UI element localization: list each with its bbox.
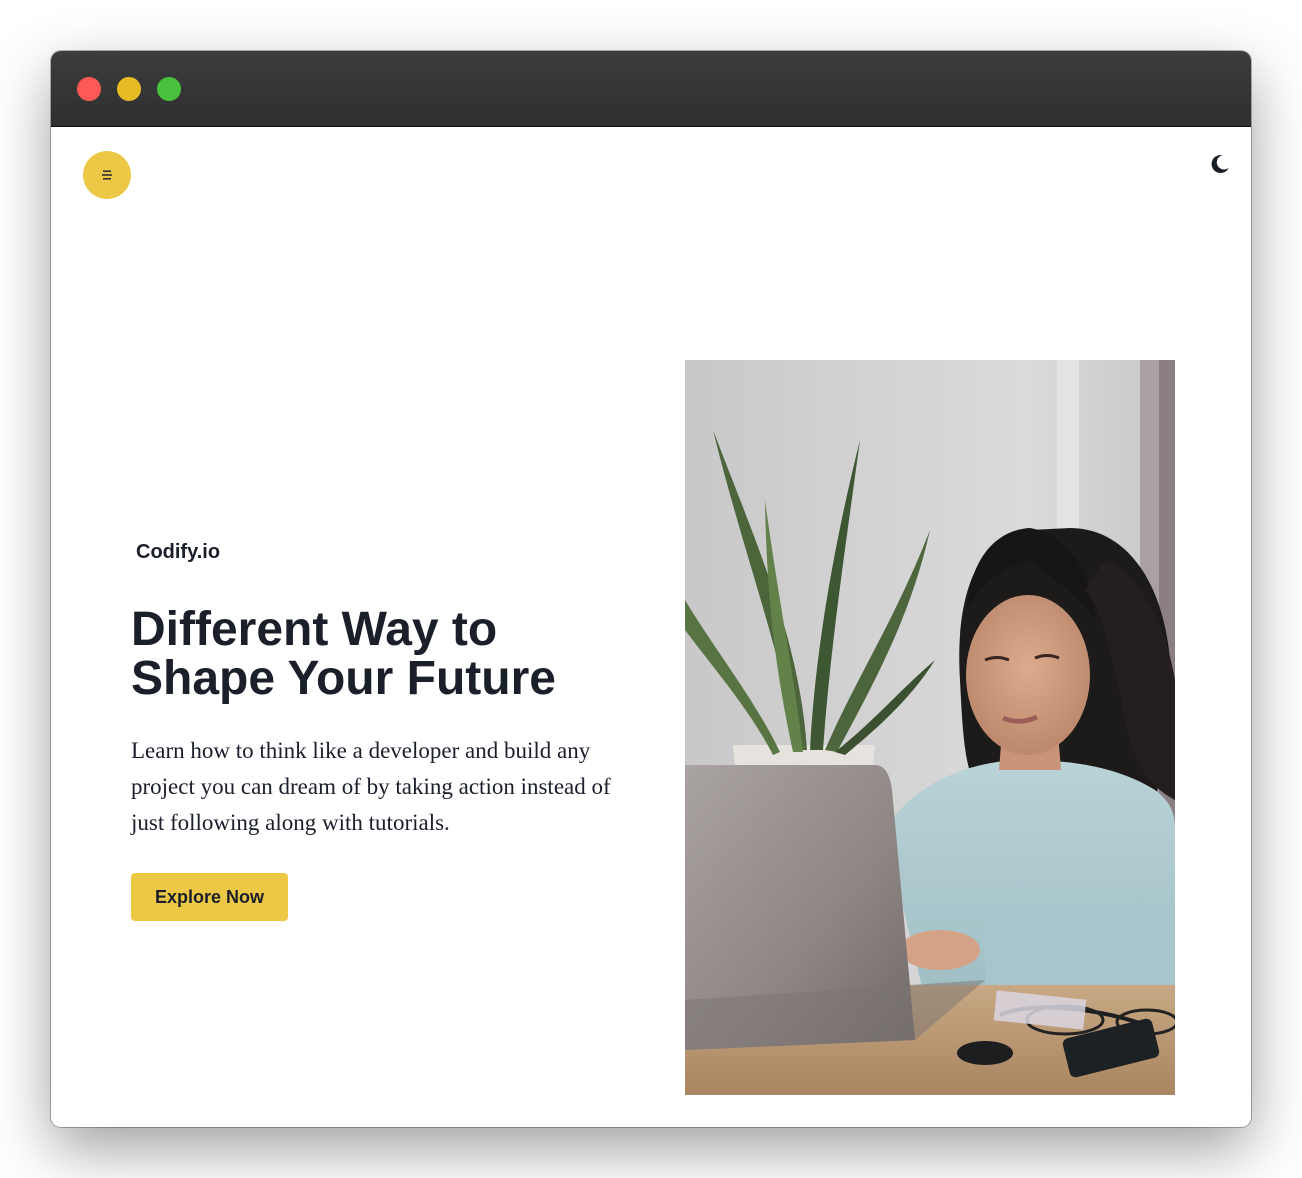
hero-headline: Different Way to Shape Your Future — [131, 605, 651, 703]
hero-image — [685, 360, 1175, 1095]
hero-description: Learn how to think like a developer and … — [131, 738, 611, 835]
page-content: Codify.io Different Way to Shape Your Fu… — [51, 127, 1251, 1127]
close-window-button[interactable] — [77, 77, 101, 101]
brand-name: Codify.io — [136, 541, 221, 563]
explore-now-button[interactable]: Explore Now — [131, 873, 288, 921]
window-titlebar — [51, 51, 1251, 127]
moon-icon — [1211, 154, 1229, 173]
headline-line-1: Different Way to — [131, 603, 498, 656]
maximize-window-button[interactable] — [157, 77, 181, 101]
theme-toggle-button[interactable] — [1209, 153, 1231, 175]
browser-window: Codify.io Different Way to Shape Your Fu… — [51, 51, 1251, 1127]
minimize-window-button[interactable] — [117, 77, 141, 101]
headline-line-2: Shape Your Future — [131, 652, 556, 705]
menu-button[interactable] — [83, 151, 131, 199]
menu-icon — [102, 170, 112, 180]
